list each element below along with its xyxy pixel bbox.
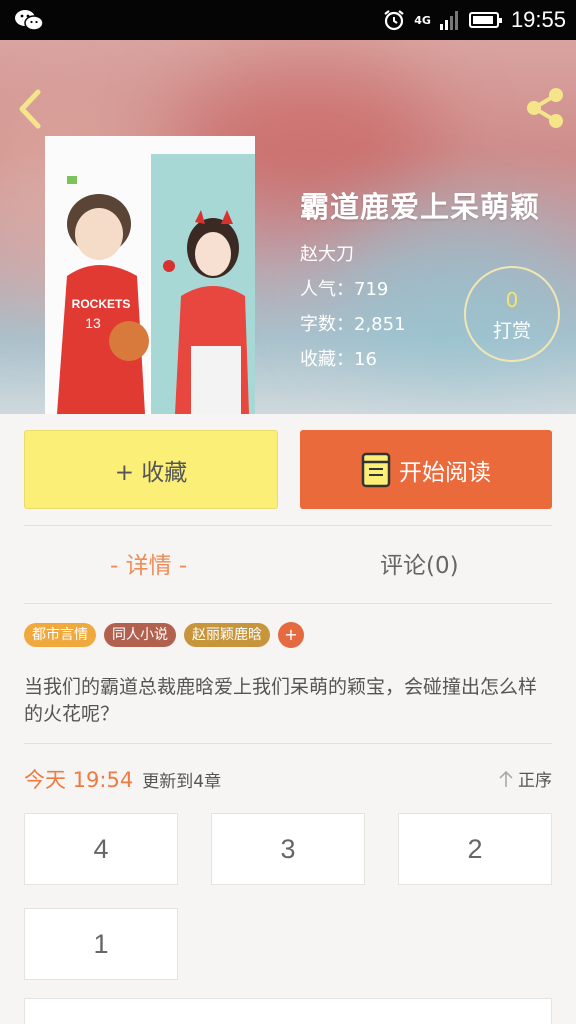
update-time: 今天 19:54 bbox=[24, 768, 134, 792]
status-bar: 4G 19:55 bbox=[0, 0, 576, 40]
sort-button[interactable]: 正序 bbox=[498, 766, 552, 791]
tab-detail[interactable]: - 详情 - bbox=[110, 548, 187, 584]
chapter-button[interactable]: 1 bbox=[24, 908, 178, 980]
sort-arrow-icon bbox=[499, 770, 513, 787]
update-text: 更新到4章 bbox=[142, 772, 222, 792]
book-icon bbox=[361, 452, 391, 487]
divider bbox=[24, 743, 552, 744]
book-description: 当我们的霸道总裁鹿晗爱上我们呆萌的颖宝，会碰撞出怎么样的火花呢？ bbox=[24, 676, 538, 725]
book-author[interactable]: 赵大刀 bbox=[300, 240, 540, 265]
collect-button-label: + 收藏 bbox=[114, 459, 188, 486]
reward-button[interactable]: 0 打赏 bbox=[464, 266, 560, 362]
cover-jersey-number: 13 bbox=[85, 315, 101, 331]
signal-icon bbox=[439, 11, 458, 30]
add-tag-button[interactable]: + bbox=[278, 622, 304, 648]
bottom-card bbox=[24, 998, 552, 1024]
book-cover[interactable]: ROCKETS 13 bbox=[45, 136, 255, 414]
tag-item[interactable]: 赵丽颖鹿晗 bbox=[184, 623, 270, 647]
tag-list: 都市言情 同人小说 赵丽颖鹿晗 + bbox=[24, 622, 304, 648]
book-title: 霸道鹿爱上呆萌颖 bbox=[300, 190, 541, 224]
battery-icon bbox=[468, 12, 502, 28]
reward-label: 打赏 bbox=[492, 320, 531, 342]
reward-count: 0 bbox=[505, 288, 519, 312]
chapter-button[interactable]: 3 bbox=[211, 813, 365, 885]
tab-comment[interactable]: 评论(0) bbox=[380, 548, 459, 584]
status-time: 19:55 bbox=[510, 7, 566, 32]
share-icon[interactable] bbox=[522, 85, 568, 131]
collect-button[interactable]: + 收藏 bbox=[24, 430, 278, 509]
sort-label: 正序 bbox=[518, 771, 552, 791]
tag-item[interactable]: 同人小说 bbox=[104, 623, 176, 647]
alarm-icon bbox=[384, 10, 404, 31]
start-reading-label: 开始阅读 bbox=[399, 459, 491, 486]
divider bbox=[24, 525, 552, 526]
update-info: 今天 19:54 更新到4章 正序 bbox=[24, 764, 552, 792]
network-type: 4G bbox=[414, 13, 431, 27]
divider bbox=[24, 603, 552, 604]
cover-jersey-text: ROCKETS bbox=[72, 297, 131, 311]
tag-item[interactable]: 都市言情 bbox=[24, 623, 96, 647]
back-arrow-icon[interactable] bbox=[14, 88, 46, 130]
chapter-button[interactable]: 4 bbox=[24, 813, 178, 885]
wechat-icon bbox=[15, 10, 44, 31]
cover-illustration: ROCKETS 13 bbox=[45, 136, 255, 414]
chapter-button[interactable]: 2 bbox=[398, 813, 552, 885]
start-reading-button[interactable]: 开始阅读 bbox=[300, 430, 552, 509]
